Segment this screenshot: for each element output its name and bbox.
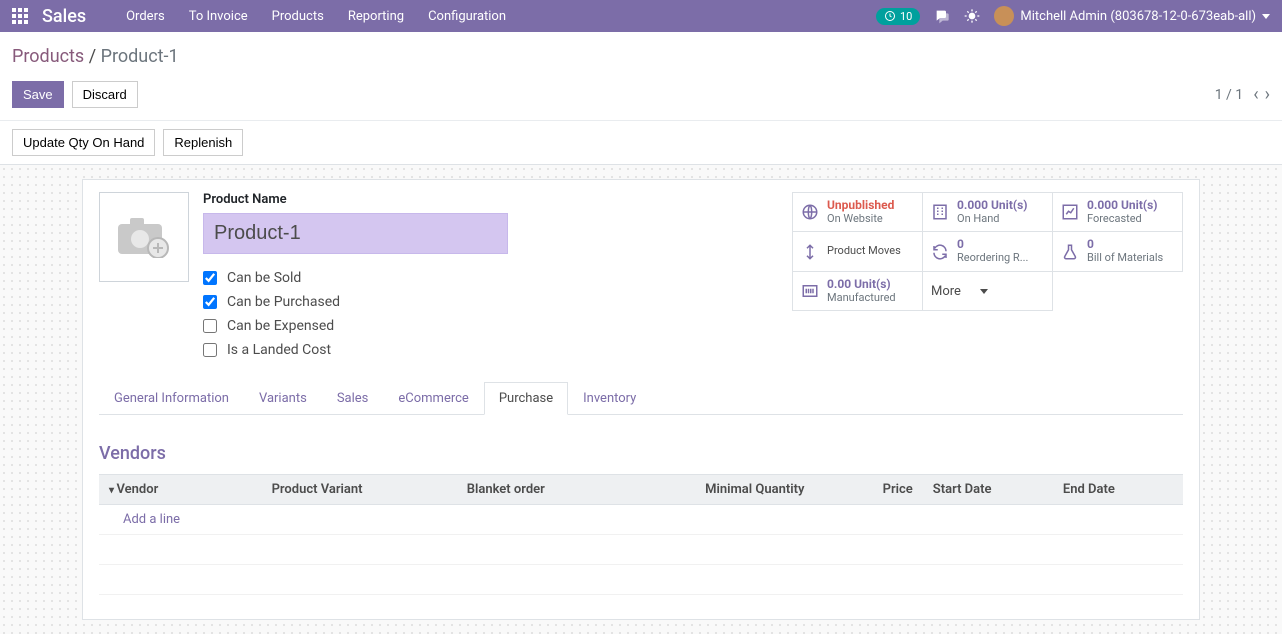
discuss-icon[interactable] <box>934 8 950 24</box>
nav-configuration[interactable]: Configuration <box>428 9 506 24</box>
breadcrumb-current: Product-1 <box>101 46 179 67</box>
product-name-label: Product Name <box>203 192 778 207</box>
col-start[interactable]: Start Date <box>923 475 1053 505</box>
brand[interactable]: Sales <box>42 6 86 27</box>
activity-count: 10 <box>900 10 912 23</box>
tab-variants[interactable]: Variants <box>244 382 322 414</box>
table-row <box>99 565 1183 595</box>
stat-reordering[interactable]: 0Reordering R... <box>923 232 1053 271</box>
update-qty-button[interactable]: Update Qty On Hand <box>12 129 155 156</box>
tab-general-information[interactable]: General Information <box>99 382 244 414</box>
col-end[interactable]: End Date <box>1053 475 1183 505</box>
tab-ecommerce[interactable]: eCommerce <box>383 382 483 414</box>
check-can-be-purchased[interactable]: Can be Purchased <box>203 294 778 310</box>
arrows-icon <box>801 243 819 261</box>
pager-position[interactable]: 1 / 1 <box>1215 87 1243 103</box>
nav-orders[interactable]: Orders <box>126 9 165 24</box>
check-landed-cost[interactable]: Is a Landed Cost <box>203 342 778 358</box>
replenish-button[interactable]: Replenish <box>163 129 243 156</box>
tab-inventory[interactable]: Inventory <box>568 382 651 414</box>
nav-to-invoice[interactable]: To Invoice <box>189 9 248 24</box>
building-icon <box>931 203 949 221</box>
camera-icon <box>116 216 172 258</box>
activity-badge[interactable]: 10 <box>876 8 920 25</box>
refresh-icon <box>931 243 949 261</box>
barcode-icon <box>801 282 819 300</box>
col-variant[interactable]: Product Variant <box>262 475 457 505</box>
tab-purchase[interactable]: Purchase <box>484 382 568 415</box>
flask-icon <box>1061 243 1079 261</box>
user-menu[interactable]: Mitchell Admin (803678-12-0-673eab-all) <box>994 6 1270 26</box>
table-row <box>99 535 1183 565</box>
product-name-input[interactable] <box>203 213 508 254</box>
stat-bom[interactable]: 0Bill of Materials <box>1053 232 1183 271</box>
save-button[interactable]: Save <box>12 81 64 108</box>
check-can-be-sold[interactable]: Can be Sold <box>203 270 778 286</box>
vendors-table: Vendor Product Variant Blanket order Min… <box>99 474 1183 595</box>
table-row: Add a line <box>99 505 1183 535</box>
stat-more[interactable]: More <box>923 272 1053 311</box>
nav-products[interactable]: Products <box>272 9 324 24</box>
breadcrumb: Products / Product-1 <box>12 46 1270 67</box>
caret-down-icon <box>980 289 988 294</box>
col-minqty[interactable]: Minimal Quantity <box>652 475 815 505</box>
user-name: Mitchell Admin (803678-12-0-673eab-all) <box>1020 9 1256 24</box>
add-line-link[interactable]: Add a line <box>123 512 180 527</box>
apps-icon[interactable] <box>12 8 28 24</box>
col-vendor[interactable]: Vendor <box>99 475 262 505</box>
globe-icon <box>801 203 819 221</box>
stat-manufactured[interactable]: 0.00 Unit(s)Manufactured <box>793 272 923 311</box>
discard-button[interactable]: Discard <box>72 81 138 108</box>
check-can-be-expensed[interactable]: Can be Expensed <box>203 318 778 334</box>
debug-icon[interactable] <box>964 8 980 24</box>
tab-sales[interactable]: Sales <box>322 382 384 414</box>
stat-forecasted[interactable]: 0.000 Unit(s)Forecasted <box>1053 193 1183 232</box>
caret-down-icon <box>1262 14 1270 19</box>
pager-prev-icon[interactable]: ‹ <box>1253 84 1258 105</box>
stat-on-hand[interactable]: 0.000 Unit(s)On Hand <box>923 193 1053 232</box>
stat-product-moves[interactable]: Product Moves <box>793 232 923 271</box>
chart-icon <box>1061 203 1079 221</box>
breadcrumb-parent[interactable]: Products <box>12 46 84 67</box>
product-image[interactable] <box>99 192 189 282</box>
stat-unpublished[interactable]: UnpublishedOn Website <box>793 193 923 232</box>
col-blanket[interactable]: Blanket order <box>457 475 652 505</box>
avatar-icon <box>994 6 1014 26</box>
nav-reporting[interactable]: Reporting <box>348 9 404 24</box>
col-price[interactable]: Price <box>814 475 922 505</box>
pager-next-icon[interactable]: › <box>1265 84 1270 105</box>
vendors-title: Vendors <box>99 443 1183 464</box>
